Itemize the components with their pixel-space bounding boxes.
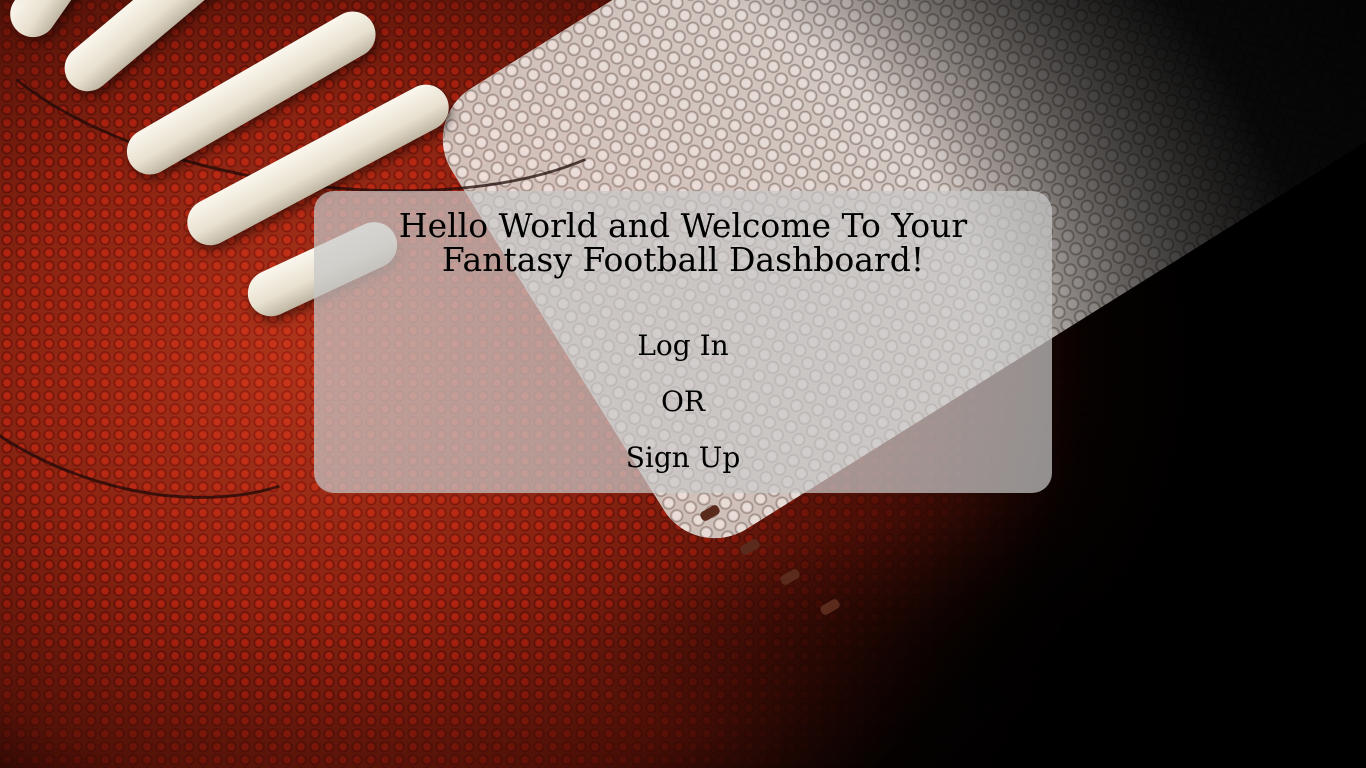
page-root: Hello World and Welcome To Your Fantasy … xyxy=(0,0,1366,768)
signup-link[interactable]: Sign Up xyxy=(314,440,1052,476)
or-separator: OR xyxy=(660,385,706,418)
login-link[interactable]: Log In xyxy=(314,328,1052,364)
welcome-title: Hello World and Welcome To Your Fantasy … xyxy=(398,206,968,279)
welcome-card: Hello World and Welcome To Your Fantasy … xyxy=(314,191,1052,493)
